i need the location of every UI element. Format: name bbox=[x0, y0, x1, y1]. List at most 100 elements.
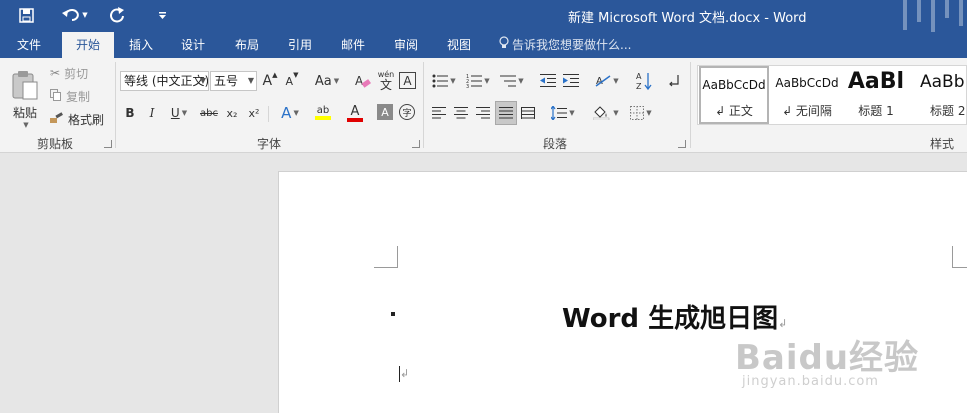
borders-icon bbox=[630, 106, 645, 120]
chinese-layout-icon: A bbox=[595, 75, 611, 87]
tab-references[interactable]: 引用 bbox=[277, 32, 323, 58]
show-hide-marks-button[interactable] bbox=[665, 71, 683, 91]
scissors-icon: ✂ bbox=[50, 66, 61, 80]
copy-label: 复制 bbox=[66, 89, 91, 104]
change-case-button[interactable]: Aa ▼ bbox=[312, 71, 342, 91]
ribbon-tabs: 文件 开始 插入 设计 布局 引用 邮件 审阅 视图 告诉我您想要做什么... bbox=[0, 32, 967, 58]
font-color-button[interactable]: A bbox=[340, 101, 370, 125]
multilevel-list-button[interactable]: ▼ bbox=[497, 71, 527, 91]
borders-button[interactable]: ▼ bbox=[626, 103, 656, 123]
font-size-combo[interactable]: 五号 ▼ bbox=[210, 71, 257, 91]
enclose-characters-button[interactable]: 字 bbox=[399, 104, 415, 120]
tab-file[interactable]: 文件 bbox=[6, 32, 52, 58]
paste-button[interactable]: 粘贴 ▼ bbox=[8, 64, 42, 134]
text-effects-icon: A bbox=[281, 104, 292, 122]
tab-view[interactable]: 视图 bbox=[436, 32, 482, 58]
style-heading-1[interactable]: AaBl 标题 1 bbox=[844, 66, 908, 124]
copy-button[interactable]: 复制 bbox=[50, 87, 90, 105]
strikethrough-button[interactable]: abc bbox=[199, 103, 219, 123]
tab-layout[interactable]: 布局 bbox=[224, 32, 270, 58]
paragraph-mark-icon bbox=[669, 75, 679, 87]
format-painter-button[interactable]: 格式刷 bbox=[50, 110, 104, 128]
style-name: 标题 1 bbox=[858, 104, 894, 118]
style-heading-2[interactable]: AaBb 标题 2 bbox=[916, 66, 967, 124]
tab-insert[interactable]: 插入 bbox=[118, 32, 164, 58]
tab-design[interactable]: 设计 bbox=[170, 32, 216, 58]
clipboard-group-label: 剪贴板 bbox=[36, 137, 73, 151]
character-border-button[interactable]: A bbox=[399, 72, 416, 89]
highlight-button[interactable]: ab bbox=[308, 101, 338, 125]
justify-button[interactable] bbox=[495, 101, 517, 125]
text-effects-button[interactable]: A ▼ bbox=[276, 103, 304, 123]
shrink-font-button[interactable]: A ▼ bbox=[284, 71, 300, 91]
increase-indent-button[interactable] bbox=[561, 71, 581, 91]
paragraph-launcher-icon[interactable] bbox=[678, 140, 686, 148]
svg-text:A: A bbox=[355, 74, 364, 88]
tab-home[interactable]: 开始 bbox=[62, 32, 114, 58]
style-normal[interactable]: AaBbCcDd ↲ 正文 bbox=[699, 66, 769, 124]
numbering-icon: 123 bbox=[466, 74, 483, 88]
paintbrush-icon bbox=[50, 111, 64, 127]
sort-button[interactable]: AZ bbox=[634, 69, 654, 93]
svg-text:A: A bbox=[636, 72, 642, 81]
distributed-button[interactable] bbox=[519, 103, 537, 123]
italic-button[interactable]: I bbox=[144, 103, 160, 123]
copy-icon bbox=[50, 88, 62, 104]
numbering-button[interactable]: 1 2 3 ▼ bbox=[463, 71, 493, 91]
line-spacing-icon bbox=[551, 106, 568, 120]
sort-icon: AZ bbox=[636, 72, 652, 91]
tell-me-label: 告诉我您想要做什么... bbox=[512, 38, 632, 52]
font-launcher-icon[interactable] bbox=[412, 140, 420, 148]
shading-button[interactable]: ▼ bbox=[590, 103, 622, 123]
phonetic-guide-button[interactable]: wén 文 bbox=[376, 69, 396, 93]
subscript-button[interactable]: x₂ bbox=[223, 103, 241, 123]
paragraph-mark: ↲ bbox=[778, 317, 788, 330]
grow-font-icon: A bbox=[262, 73, 273, 89]
cut-button[interactable]: ✂ 剪切 bbox=[50, 64, 88, 82]
style-name: 标题 2 bbox=[930, 104, 966, 118]
tell-me-box[interactable]: 告诉我您想要做什么... bbox=[499, 32, 631, 58]
paragraph-bullet bbox=[391, 312, 395, 316]
styles-gallery: AaBbCcDd ↲ 正文 AaBbCcDd ↲ 无间隔 AaBl 标题 1 A… bbox=[697, 65, 967, 125]
watermark-logo: Baidu经验 bbox=[735, 338, 920, 378]
tab-mailings[interactable]: 邮件 bbox=[330, 32, 376, 58]
style-preview: AaBl bbox=[847, 69, 905, 94]
save-icon[interactable] bbox=[14, 4, 38, 26]
clipboard-launcher-icon[interactable] bbox=[104, 140, 112, 148]
watermark-url: jingyan.baidu.com bbox=[742, 374, 879, 389]
font-color-icon: A bbox=[350, 103, 360, 119]
redo-icon[interactable] bbox=[106, 4, 128, 26]
decrease-indent-button[interactable] bbox=[538, 71, 558, 91]
distributed-icon bbox=[521, 107, 535, 119]
font-name-value: 等线 (中文正文) bbox=[124, 74, 209, 88]
tab-review[interactable]: 审阅 bbox=[383, 32, 429, 58]
background-pattern-icon bbox=[903, 0, 963, 32]
superscript-button[interactable]: x² bbox=[245, 103, 263, 123]
crop-mark-right bbox=[952, 246, 967, 268]
style-name: ↲ 正文 bbox=[715, 104, 753, 118]
ribbon: 粘贴 ▼ ✂ 剪切 复制 格式刷 剪贴板 等线 (中文正文) ▼ 五号 ▼ A ▲ A ▼… bbox=[0, 58, 967, 153]
underline-button[interactable]: U ▼ bbox=[166, 103, 192, 123]
line-spacing-button[interactable]: ▼ bbox=[548, 103, 578, 123]
align-center-button[interactable] bbox=[452, 103, 470, 123]
bullets-button[interactable]: ▼ bbox=[429, 71, 459, 91]
font-name-combo[interactable]: 等线 (中文正文) ▼ bbox=[120, 71, 209, 91]
style-no-spacing[interactable]: AaBbCcDd ↲ 无间隔 bbox=[772, 66, 842, 124]
chinese-layout-button[interactable]: A ▼ bbox=[592, 71, 622, 91]
eraser-icon: A bbox=[355, 74, 371, 88]
customize-icon[interactable] bbox=[154, 4, 170, 26]
undo-icon[interactable]: ▼ bbox=[58, 4, 92, 26]
align-right-button[interactable] bbox=[474, 103, 492, 123]
svg-text:3: 3 bbox=[466, 84, 469, 88]
grow-font-button[interactable]: A ▲ bbox=[262, 71, 278, 91]
align-center-icon bbox=[454, 107, 468, 119]
style-name: ↲ 无间隔 bbox=[782, 104, 832, 118]
clear-formatting-button[interactable]: A bbox=[354, 71, 372, 91]
paste-label: 粘贴 bbox=[12, 105, 37, 120]
character-shading-button[interactable]: A bbox=[377, 104, 393, 120]
bold-button[interactable]: B bbox=[122, 103, 138, 123]
underline-icon: U bbox=[170, 106, 180, 120]
align-left-button[interactable] bbox=[430, 103, 448, 123]
shrink-font-icon: A bbox=[285, 74, 294, 88]
cut-label: 剪切 bbox=[64, 66, 89, 81]
